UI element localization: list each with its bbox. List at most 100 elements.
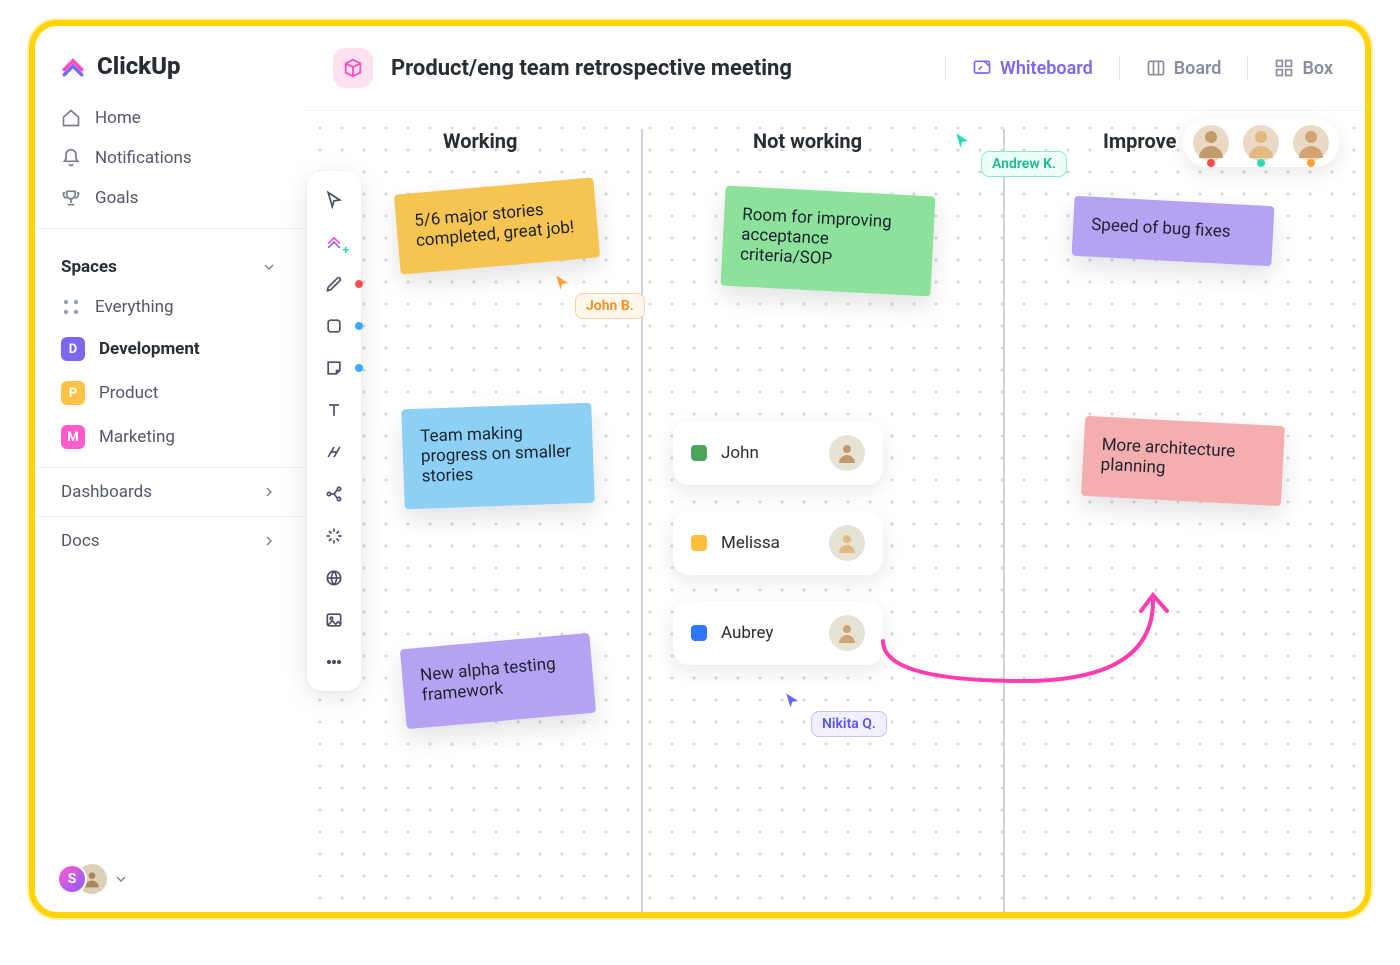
tool-web[interactable] xyxy=(315,559,353,597)
sticky-note[interactable]: Room for improving acceptance criteria/S… xyxy=(721,186,936,297)
chevron-down-icon xyxy=(261,259,277,275)
presence-avatar[interactable] xyxy=(1193,125,1229,161)
tab-box[interactable]: Box xyxy=(1272,54,1335,83)
tool-sticky[interactable] xyxy=(315,349,353,387)
sticky-text: Speed of bug fixes xyxy=(1091,215,1231,242)
separator xyxy=(1119,55,1120,81)
cursor-label: Andrew K. xyxy=(981,151,1067,177)
nav-home-label: Home xyxy=(95,108,141,128)
nav-goals-label: Goals xyxy=(95,188,138,208)
sticky-text: 5/6 major stories completed, great job! xyxy=(413,200,575,251)
space-badge: D xyxy=(61,337,85,361)
tool-connector[interactable] xyxy=(315,433,353,471)
view-tabs: Whiteboard Board Box xyxy=(945,54,1335,83)
avatar xyxy=(829,435,865,471)
tab-board[interactable]: Board xyxy=(1144,54,1224,83)
presence-avatars[interactable] xyxy=(1183,119,1339,167)
nav-dashboards-label: Dashboards xyxy=(61,482,152,502)
profile-switcher[interactable]: S xyxy=(57,864,129,894)
tool-more[interactable] xyxy=(315,643,353,681)
status-color-icon xyxy=(691,445,707,461)
column-title-improve: Improve xyxy=(1103,129,1176,153)
sticky-note[interactable]: More architecture planning xyxy=(1081,416,1285,506)
cursor-icon xyxy=(553,273,573,293)
nav-docs[interactable]: Docs xyxy=(35,516,303,565)
cursor-icon xyxy=(953,131,973,151)
whiteboard-icon xyxy=(972,58,992,78)
column-divider xyxy=(641,129,643,912)
nav-docs-label: Docs xyxy=(61,531,100,551)
tool-ai[interactable] xyxy=(315,517,353,555)
cursor-icon xyxy=(783,691,803,711)
remote-cursor-john: John B. xyxy=(553,273,645,319)
tool-clickup[interactable]: + xyxy=(315,223,353,261)
toolbox: + xyxy=(307,171,361,691)
cursor-label: Nikita Q. xyxy=(811,711,887,737)
chevron-down-icon xyxy=(113,871,129,887)
tool-pen[interactable] xyxy=(315,265,353,303)
presence-avatar[interactable] xyxy=(1243,125,1279,161)
sticky-text: New alpha testing framework xyxy=(419,654,556,706)
person-card[interactable]: Melissa xyxy=(673,511,883,575)
page-title: Product/eng team retrospective meeting xyxy=(391,56,792,81)
sticky-note[interactable]: Team making progress on smaller stories xyxy=(401,403,594,510)
tab-label: Whiteboard xyxy=(1000,58,1093,79)
grid-dots-icon xyxy=(61,297,81,317)
sidebar-item-product[interactable]: P Product xyxy=(35,371,303,415)
sticky-text: More architecture planning xyxy=(1100,435,1236,478)
sticky-text: Room for improving acceptance criteria/S… xyxy=(740,204,893,269)
sticky-text: Team making progress on smaller stories xyxy=(420,423,571,487)
brand-logo[interactable]: ClickUp xyxy=(35,26,303,98)
sticky-note[interactable]: 5/6 major stories completed, great job! xyxy=(394,177,600,274)
sidebar-item-development[interactable]: D Development xyxy=(35,327,303,371)
tool-shape[interactable] xyxy=(315,307,353,345)
tab-label: Board xyxy=(1174,58,1222,79)
brand-name: ClickUp xyxy=(97,52,181,80)
sidebar: ClickUp Home Notifications Goals Spaces … xyxy=(35,26,303,912)
person-card[interactable]: Aubrey xyxy=(673,601,883,665)
person-name: Aubrey xyxy=(721,623,815,643)
separator xyxy=(1247,55,1248,81)
profile-initial-badge: S xyxy=(57,864,87,894)
sidebar-item-marketing[interactable]: M Marketing xyxy=(35,415,303,459)
space-cube-icon[interactable] xyxy=(333,48,373,88)
space-badge: M xyxy=(61,425,85,449)
sticky-note[interactable]: New alpha testing framework xyxy=(400,633,596,729)
nav-notifications[interactable]: Notifications xyxy=(35,138,303,178)
column-title-working: Working xyxy=(443,129,517,153)
person-name: Melissa xyxy=(721,533,815,553)
separator xyxy=(945,55,946,81)
connector-arrow[interactable] xyxy=(873,581,1173,701)
person-card[interactable]: John xyxy=(673,421,883,485)
clickup-logo-icon xyxy=(59,52,87,80)
sidebar-item-label: Everything xyxy=(95,297,174,317)
sticky-note[interactable]: Speed of bug fixes xyxy=(1072,196,1275,266)
tool-branch[interactable] xyxy=(315,475,353,513)
tool-pointer[interactable] xyxy=(315,181,353,219)
topbar: Product/eng team retrospective meeting W… xyxy=(303,26,1365,110)
space-badge: P xyxy=(61,381,85,405)
sidebar-item-label: Marketing xyxy=(99,427,175,447)
board-icon xyxy=(1146,58,1166,78)
remote-cursor-nikita: Nikita Q. xyxy=(783,691,887,737)
remote-cursor-andrew: Andrew K. xyxy=(953,131,1067,177)
status-color-icon xyxy=(691,535,707,551)
column-title-notworking: Not working xyxy=(753,129,862,153)
home-icon xyxy=(61,108,81,128)
tab-whiteboard[interactable]: Whiteboard xyxy=(970,54,1095,83)
nav-goals[interactable]: Goals xyxy=(35,178,303,218)
cursor-label: John B. xyxy=(575,293,645,319)
box-icon xyxy=(1274,58,1294,78)
sidebar-item-label: Product xyxy=(99,383,158,403)
nav-home[interactable]: Home xyxy=(35,98,303,138)
sidebar-item-label: Development xyxy=(99,339,200,359)
tool-text[interactable] xyxy=(315,391,353,429)
whiteboard-canvas[interactable]: + Working Not working Improve xyxy=(303,110,1365,912)
sidebar-item-everything[interactable]: Everything xyxy=(35,287,303,327)
avatar xyxy=(829,615,865,651)
tool-image[interactable] xyxy=(315,601,353,639)
presence-avatar[interactable] xyxy=(1293,125,1329,161)
spaces-header[interactable]: Spaces xyxy=(35,239,303,287)
nav-dashboards[interactable]: Dashboards xyxy=(35,467,303,516)
avatar xyxy=(829,525,865,561)
